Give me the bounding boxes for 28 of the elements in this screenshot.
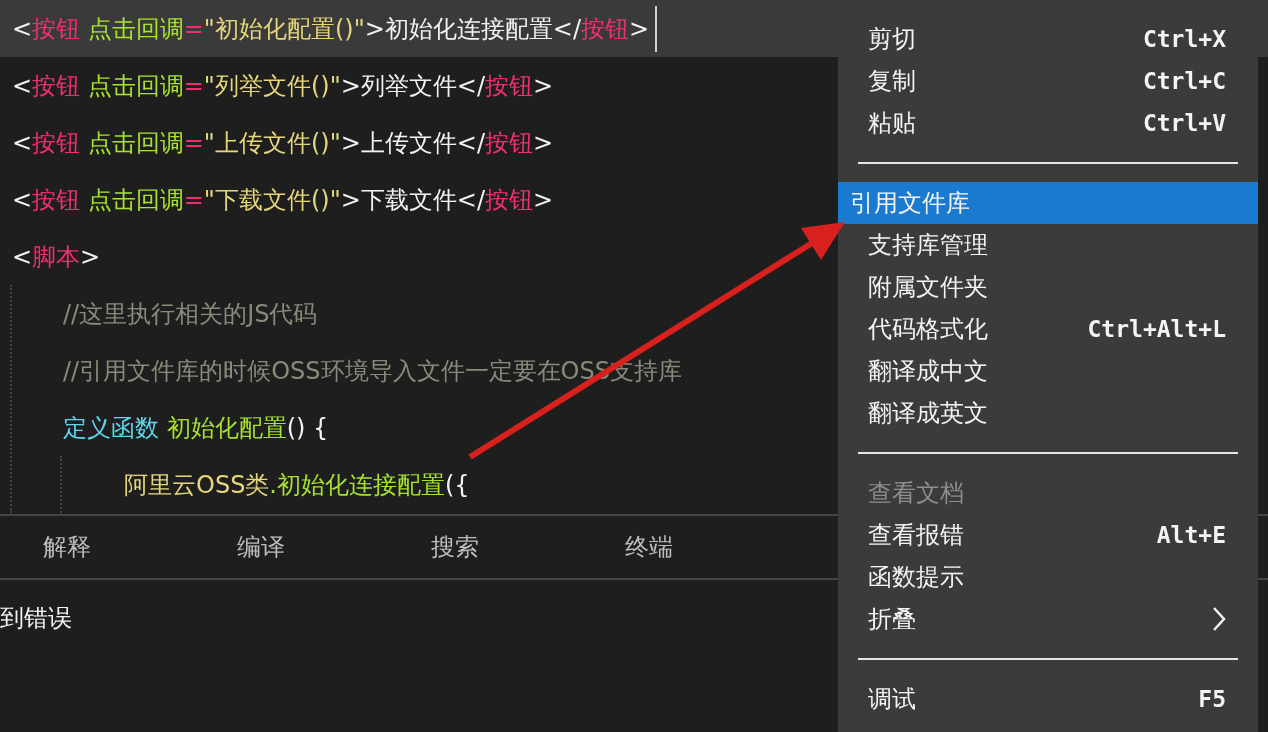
code-line: <按钮 点击回调="下载文件()">下载文件</按钮> bbox=[12, 184, 554, 216]
output-text: 到错误 bbox=[0, 603, 72, 634]
code-line: 阿里云OSS类.初始化连接配置({ bbox=[124, 469, 470, 501]
panel-tab[interactable]: 编译 bbox=[204, 516, 398, 578]
code-line: //这里执行相关的JS代码 bbox=[63, 298, 318, 330]
chevron-right-icon bbox=[1212, 606, 1226, 632]
menu-item[interactable]: 剪切 Ctrl+X bbox=[838, 18, 1258, 60]
menu-item[interactable]: 复制 Ctrl+C bbox=[838, 60, 1258, 102]
text-cursor bbox=[655, 5, 658, 52]
menu-item[interactable]: 引用文件库 bbox=[838, 182, 1258, 224]
code-line: <脚本> bbox=[12, 241, 101, 273]
menu-item[interactable]: 附属文件夹 bbox=[838, 266, 1258, 308]
code-line: <按钮 点击回调="列举文件()">列举文件</按钮> bbox=[12, 70, 554, 102]
panel-tab[interactable]: 搜索 bbox=[398, 516, 592, 578]
menu-item[interactable]: 查看报错 Alt+E bbox=[838, 514, 1258, 556]
menu-item[interactable]: 调试 F5 bbox=[838, 678, 1258, 720]
menu-item[interactable]: 粘贴 Ctrl+V bbox=[838, 102, 1258, 144]
code-line: <按钮 点击回调="初始化配置()">初始化连接配置</按钮> bbox=[12, 13, 650, 45]
menu-item[interactable]: 翻译成中文 bbox=[838, 350, 1258, 392]
code-line: <按钮 点击回调="上传文件()">上传文件</按钮> bbox=[12, 127, 554, 159]
menu-item[interactable]: 代码格式化 Ctrl+Alt+L bbox=[838, 308, 1258, 350]
code-line: 定义函数 初始化配置() { bbox=[63, 412, 329, 444]
panel-tab[interactable]: 解释 bbox=[10, 516, 204, 578]
menu-item[interactable]: 翻译成英文 bbox=[838, 392, 1258, 434]
panel-tab[interactable]: 终端 bbox=[592, 516, 786, 578]
menu-item[interactable]: 折叠 bbox=[838, 598, 1258, 640]
menu-item[interactable]: 支持库管理 bbox=[838, 224, 1258, 266]
menu-item[interactable]: 函数提示 bbox=[838, 556, 1258, 598]
